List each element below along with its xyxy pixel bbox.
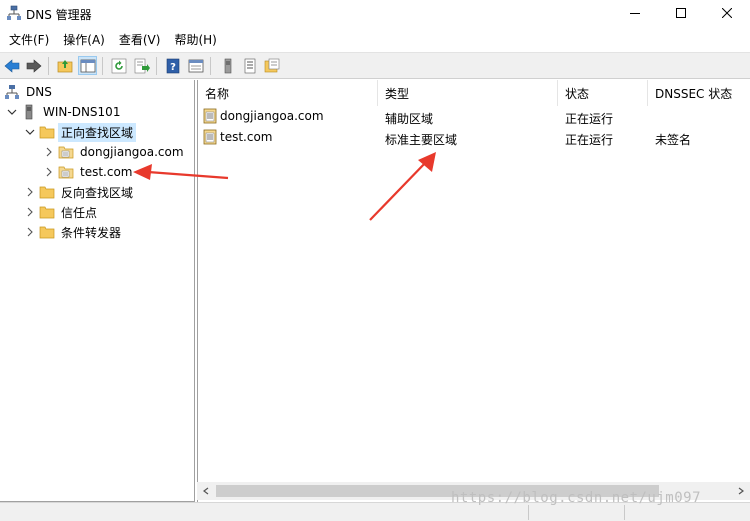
close-icon xyxy=(722,8,732,18)
tree-label: WIN-DNS101 xyxy=(43,105,121,119)
tree-item-conditional-forwarders[interactable]: 条件转发器 xyxy=(24,222,124,242)
window-title: DNS 管理器 xyxy=(26,8,92,22)
tree-label: test.com xyxy=(80,165,133,179)
properties-button[interactable] xyxy=(262,56,281,75)
menu-bar: 文件(F) 操作(A) 查看(V) 帮助(H) xyxy=(0,28,750,50)
tree-item-forward-lookup-zones[interactable]: 正向查找区域 xyxy=(24,122,137,142)
up-folder-icon xyxy=(57,59,72,72)
maximize-button[interactable] xyxy=(658,0,704,26)
column-header-type[interactable]: 类型 xyxy=(378,80,558,106)
forward-arrow-icon xyxy=(26,58,41,73)
export-icon xyxy=(134,58,150,73)
zone-icon xyxy=(202,129,218,145)
row-status: 正在运行 xyxy=(565,133,614,147)
refresh-icon xyxy=(111,58,126,73)
minimize-icon xyxy=(630,13,640,14)
chevron-down-icon[interactable] xyxy=(24,126,36,138)
chevron-right-icon[interactable] xyxy=(24,206,36,218)
folder-icon xyxy=(39,204,55,220)
tree-item-dns[interactable]: DNS xyxy=(4,82,55,102)
watermark: https://blog.csdn.net/ujm097 xyxy=(451,490,702,506)
row-name: dongjiangoa.com xyxy=(220,109,324,123)
chevron-right-icon[interactable] xyxy=(24,226,36,238)
tree-label: 条件转发器 xyxy=(61,225,122,240)
list-icon xyxy=(244,58,255,73)
tree-item-zone-test[interactable]: test.com xyxy=(43,162,136,182)
list-button[interactable] xyxy=(240,56,259,75)
chevron-right-icon[interactable] xyxy=(24,186,36,198)
properties-icon xyxy=(264,58,279,72)
row-dnssec: 未签名 xyxy=(655,133,692,147)
tree-label: 正向查找区域 xyxy=(58,122,137,142)
show-tree-button[interactable] xyxy=(78,56,97,75)
row-type: 标准主要区域 xyxy=(385,133,458,147)
column-header-status[interactable]: 状态 xyxy=(558,80,648,106)
row-name: test.com xyxy=(220,130,273,144)
zone-icon xyxy=(202,108,218,124)
tree-item-trust-points[interactable]: 信任点 xyxy=(24,202,100,222)
minimize-button[interactable] xyxy=(612,0,658,26)
folder-icon xyxy=(39,124,55,140)
maximize-icon xyxy=(676,8,686,18)
zone-icon xyxy=(58,144,74,160)
tree-label: 信任点 xyxy=(61,205,98,220)
show-tree-icon xyxy=(80,59,95,72)
menu-view[interactable]: 查看(V) xyxy=(113,29,167,50)
tree-item-reverse-lookup-zones[interactable]: 反向查找区域 xyxy=(24,182,136,202)
up-level-button[interactable] xyxy=(55,56,74,75)
menu-file[interactable]: 文件(F) xyxy=(3,29,55,50)
table-row[interactable]: dongjiangoa.com 辅助区域 正在运行 xyxy=(198,107,750,128)
server-icon xyxy=(224,58,231,73)
forward-button[interactable] xyxy=(24,56,43,75)
menu-help[interactable]: 帮助(H) xyxy=(168,29,222,50)
back-arrow-icon xyxy=(4,58,19,73)
chevron-down-icon[interactable] xyxy=(6,106,18,118)
scroll-right-button[interactable] xyxy=(732,482,750,500)
tree-item-server[interactable]: WIN-DNS101 xyxy=(6,102,123,122)
console-view-button[interactable] xyxy=(186,56,205,75)
zone-icon xyxy=(58,164,74,180)
server-icon xyxy=(21,104,37,120)
list-pane[interactable]: 名称 类型 状态 DNSSEC 状态 dongjiangoa.com 辅助区域 … xyxy=(197,80,750,502)
console-view-icon xyxy=(188,59,203,72)
row-status: 正在运行 xyxy=(565,112,614,126)
tree-label: 反向查找区域 xyxy=(61,185,134,200)
folder-icon xyxy=(39,224,55,240)
tree-label: dongjiangoa.com xyxy=(80,145,184,159)
tree-label: DNS xyxy=(26,85,52,99)
dns-manager-icon xyxy=(6,5,22,21)
back-button[interactable] xyxy=(2,56,21,75)
chevron-right-icon[interactable] xyxy=(43,146,55,158)
row-type: 辅助区域 xyxy=(385,112,434,126)
menu-action[interactable]: 操作(A) xyxy=(57,29,111,50)
column-header-dnssec[interactable]: DNSSEC 状态 xyxy=(648,80,750,106)
export-list-button[interactable] xyxy=(132,56,151,75)
folder-icon xyxy=(39,184,55,200)
tree-item-zone-dongjiangoa[interactable]: dongjiangoa.com xyxy=(43,142,187,162)
scroll-left-button[interactable] xyxy=(197,482,215,500)
help-icon: ? xyxy=(166,58,179,73)
refresh-button[interactable] xyxy=(109,56,128,75)
title-bar: DNS 管理器 xyxy=(0,0,750,28)
chevron-right-icon xyxy=(738,487,744,495)
chevron-left-icon xyxy=(203,487,209,495)
close-button[interactable] xyxy=(704,0,750,26)
help-button[interactable]: ? xyxy=(163,56,182,75)
toolbar: ? xyxy=(0,52,750,79)
chevron-right-icon[interactable] xyxy=(43,166,55,178)
svg-text:?: ? xyxy=(170,62,176,73)
dns-icon xyxy=(4,84,20,100)
table-row[interactable]: test.com 标准主要区域 正在运行 未签名 xyxy=(198,128,750,149)
server-button[interactable] xyxy=(218,56,237,75)
column-header-name[interactable]: 名称 xyxy=(198,80,378,106)
tree-pane[interactable]: DNS WIN-DNS101 正向查找区域 dongjiangoa.com te… xyxy=(0,80,195,502)
